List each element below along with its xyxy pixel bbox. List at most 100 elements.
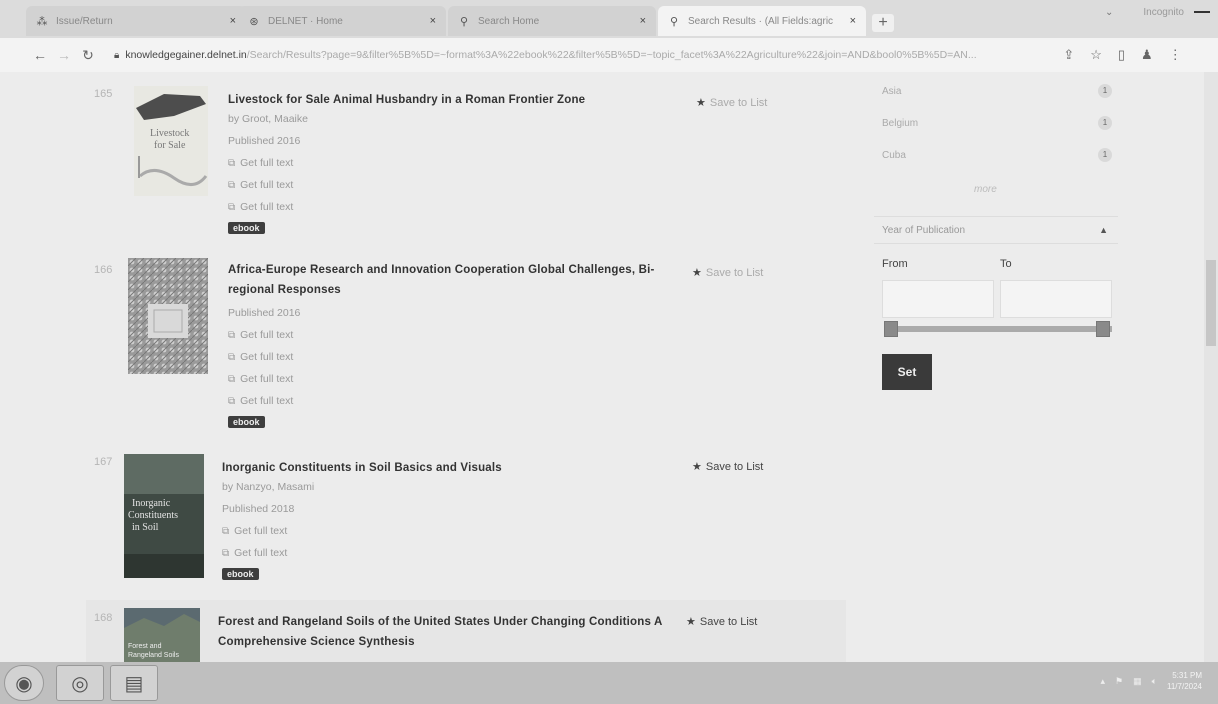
slider-handle-min[interactable] xyxy=(884,321,898,337)
network-icon[interactable]: ▦ xyxy=(1133,676,1142,687)
tray-arrow-icon[interactable]: ▴ xyxy=(1100,676,1105,687)
cover-livestock-image: Livestock for Sale xyxy=(134,86,208,196)
external-link-icon: ⧉ xyxy=(228,180,236,191)
result-title[interactable]: Inorganic Constituents in Soil Basics an… xyxy=(222,458,502,478)
forward-arrow-icon[interactable]: → xyxy=(52,47,76,63)
new-tab-button[interactable]: + xyxy=(872,14,894,32)
menu-icon[interactable]: ⋮ xyxy=(1169,47,1182,63)
tab-title: Issue/Return xyxy=(56,15,113,27)
facet-label: Belgium xyxy=(882,118,919,129)
year-from-input[interactable] xyxy=(882,280,994,318)
url-path: /Search/Results?page=9&filter%5B%5D=~for… xyxy=(246,49,977,61)
year-to-input[interactable] xyxy=(1000,280,1112,318)
back-arrow-icon[interactable]: ← xyxy=(28,47,52,63)
start-button-icon[interactable]: ◉ xyxy=(4,665,44,701)
cover-forest-rangeland-image: Forest and Rangeland Soils xyxy=(124,608,200,662)
scrollbar-thumb[interactable] xyxy=(1206,260,1216,346)
facet-item-cuba[interactable]: Cuba 1 xyxy=(882,148,1112,162)
scrollbar[interactable] xyxy=(1204,72,1218,662)
save-to-list-button[interactable]: ★ Save to List xyxy=(692,460,763,473)
book-cover[interactable]: Livestock for Sale xyxy=(134,86,208,196)
save-to-list-button[interactable]: ★ Save to List xyxy=(696,96,767,109)
result-published: Published 2018 xyxy=(222,503,295,515)
window-close-button[interactable] xyxy=(1194,11,1210,13)
caret-up-icon: ▲ xyxy=(1099,225,1108,235)
result-author[interactable]: by Nanzyo, Masami xyxy=(222,476,314,498)
format-badge: ebook xyxy=(228,222,265,234)
facet-heading: Year of Publication xyxy=(882,225,966,236)
sidebar-icon[interactable]: ▯ xyxy=(1118,47,1125,63)
reload-icon[interactable]: ↻ xyxy=(76,47,100,64)
more-link[interactable]: more xyxy=(974,184,997,195)
star-icon: ★ xyxy=(686,616,696,628)
cover-title-line: Rangeland Soils xyxy=(128,652,179,659)
get-full-text-link[interactable]: ⧉ Get full text xyxy=(228,324,293,347)
book-cover[interactable]: Inorganic Constituents in Soil xyxy=(124,454,204,578)
external-link-icon: ⧉ xyxy=(228,396,236,407)
result-title[interactable]: Forest and Rangeland Soils of the United… xyxy=(218,612,663,652)
facet-label: Asia xyxy=(882,86,902,97)
year-of-publication-header[interactable]: Year of Publication ▲ xyxy=(874,216,1118,244)
cover-title-line: Livestock xyxy=(150,128,189,139)
close-icon[interactable]: × xyxy=(640,15,646,27)
tab-strip: ⁂ Issue/Return × ⊛ DELNET · Home × ⚲ Sea… xyxy=(0,0,1218,38)
chrome-icon[interactable]: ◎ xyxy=(56,665,104,701)
save-to-list-button[interactable]: ★ Save to List xyxy=(686,615,757,628)
result-number: 166 xyxy=(94,264,113,276)
year-range-slider[interactable] xyxy=(884,326,1112,332)
result-title[interactable]: Africa-Europe Research and Innovation Co… xyxy=(228,260,655,300)
url-field[interactable]: knowledgegainer.delnet.in/Search/Results… xyxy=(125,49,1045,61)
cover-title-line: for Sale xyxy=(154,140,186,151)
result-item: 167 Inorganic Constituents in Soil Inorg… xyxy=(86,450,846,590)
tab-title: Search Results · (All Fields:agric xyxy=(688,15,834,27)
globe-icon: ⊛ xyxy=(249,15,259,28)
facet-item-asia[interactable]: Asia 1 xyxy=(882,84,1112,98)
get-full-text-link[interactable]: ⧉ Get full text xyxy=(228,390,293,413)
book-cover[interactable] xyxy=(128,258,208,374)
set-button[interactable]: Set xyxy=(882,354,932,390)
save-to-list-button[interactable]: ★ Save to List xyxy=(692,266,763,279)
result-number: 167 xyxy=(94,456,113,468)
tab-delnet-home[interactable]: ⊛ DELNET · Home × xyxy=(238,6,446,36)
close-icon[interactable]: × xyxy=(850,15,856,27)
window-controls: ⌄ Incognito xyxy=(1105,0,1218,24)
external-link-icon: ⧉ xyxy=(228,352,236,363)
tab-search-results[interactable]: ⚲ Search Results · (All Fields:agric × xyxy=(658,6,866,36)
tab-search-home[interactable]: ⚲ Search Home × xyxy=(448,6,656,36)
profile-label[interactable]: Incognito xyxy=(1143,7,1184,18)
result-item: 165 Livestock for Sale Livestock for Sal… xyxy=(86,72,846,242)
profile-icon[interactable]: ♟ xyxy=(1141,47,1153,63)
cover-title-line: in Soil xyxy=(132,522,159,533)
share-icon[interactable]: ⇪ xyxy=(1063,47,1074,63)
close-icon[interactable]: × xyxy=(230,15,236,27)
result-author[interactable]: by Groot, Maaike xyxy=(228,108,308,130)
flag-icon[interactable]: ⚑ xyxy=(1115,676,1123,687)
document-viewer-icon[interactable]: ▤ xyxy=(110,665,158,701)
slider-handle-max[interactable] xyxy=(1096,321,1110,337)
from-label: From xyxy=(882,258,908,270)
facet-count-badge: 1 xyxy=(1098,116,1112,130)
get-full-text-link[interactable]: ⧉ Get full text xyxy=(222,542,287,565)
get-full-text-link[interactable]: ⧉ Get full text xyxy=(228,174,293,197)
close-icon[interactable]: × xyxy=(430,15,436,27)
tab-title: DELNET · Home xyxy=(268,15,343,27)
bookmark-star-icon[interactable]: ☆ xyxy=(1090,47,1102,63)
tab-issue-return[interactable]: ⁂ Issue/Return × xyxy=(26,6,246,36)
book-cover[interactable]: Forest and Rangeland Soils xyxy=(124,608,200,662)
external-link-icon: ⧉ xyxy=(222,526,230,537)
cover-title-line: Forest and xyxy=(128,643,162,650)
external-link-icon: ⧉ xyxy=(228,330,236,341)
volume-icon[interactable]: 🔈︎ xyxy=(1152,676,1157,687)
facet-panel: Asia 1 Belgium 1 Cuba 1 more Year of Pub… xyxy=(874,72,1118,412)
get-full-text-link[interactable]: ⧉ Get full text xyxy=(228,196,293,219)
result-number: 165 xyxy=(94,88,113,100)
get-full-text-link[interactable]: ⧉ Get full text xyxy=(222,520,287,543)
tab-search-dropdown-icon[interactable]: ⌄ xyxy=(1105,7,1113,18)
facet-item-belgium[interactable]: Belgium 1 xyxy=(882,116,1112,130)
get-full-text-link[interactable]: ⧉ Get full text xyxy=(228,346,293,369)
result-title[interactable]: Livestock for Sale Animal Husbandry in a… xyxy=(228,90,585,110)
star-icon: ★ xyxy=(696,97,706,109)
get-full-text-link[interactable]: ⧉ Get full text xyxy=(228,368,293,391)
get-full-text-link[interactable]: ⧉ Get full text xyxy=(228,152,293,175)
clock[interactable]: 5:31 PM 11/7/2024 xyxy=(1167,670,1202,692)
